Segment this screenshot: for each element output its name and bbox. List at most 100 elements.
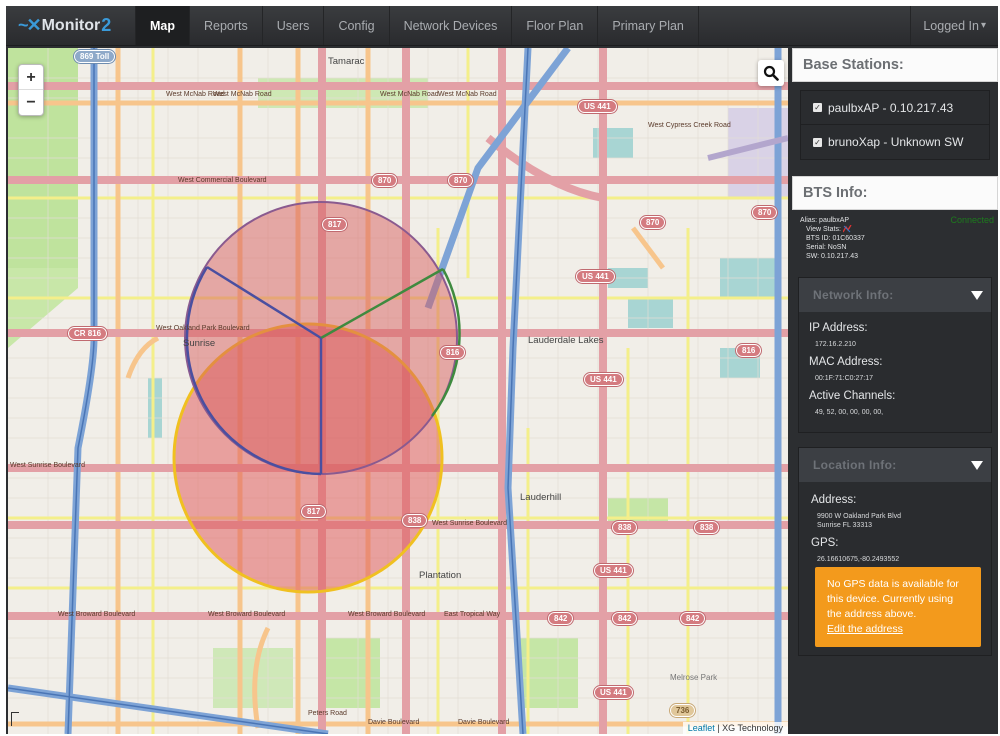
brand-suffix: 2 (101, 15, 112, 35)
app-window: ~✕ Monitor 2 Map Reports Users Config Ne… (6, 6, 998, 734)
map-view[interactable]: West McNab Road West McNab Road West McN… (8, 48, 788, 734)
brand-name: Monitor (41, 16, 101, 34)
road-label: West Cypress Creek Road (648, 122, 731, 129)
crop-corner-mark (11, 712, 19, 726)
route-shield: 870 (750, 205, 779, 220)
road-label: West Sunrise Boulevard (432, 520, 507, 527)
road-label: West Broward Boulevard (58, 611, 136, 618)
gps-warning-text: No GPS data is available for this device… (827, 578, 959, 620)
bts-sw: SW: 0.10.217.43 (806, 253, 859, 260)
zoom-out-button[interactable]: − (19, 90, 43, 115)
map-attribution: Leaflet | XG Technology (682, 722, 788, 734)
nav-users[interactable]: Users (263, 6, 325, 45)
route-shield: 870 (446, 173, 475, 188)
user-menu[interactable]: Logged In ▾ (910, 6, 998, 45)
view-stats-row: View Stats: (800, 224, 992, 234)
nav-network-devices[interactable]: Network Devices (390, 6, 513, 45)
address-label: Address: (811, 494, 857, 506)
road-label: East Tropical Way (444, 611, 501, 618)
network-info-header[interactable]: Network Info: (799, 278, 991, 312)
right-sidebar: Base Stations: ✓ paulbxAP - 0.10.217.43 … (792, 48, 998, 734)
nav-map[interactable]: Map (136, 6, 190, 45)
mac-address-value: 00:1F:71:C0:27:17 (815, 375, 873, 382)
route-shield: 870 (638, 215, 667, 230)
chart-icon[interactable] (842, 224, 852, 233)
place-label-plantation: Plantation (419, 570, 462, 581)
route-shield: 816 (438, 345, 467, 360)
route-shield: 736 (668, 703, 697, 718)
gps-label: GPS: (811, 537, 839, 549)
route-shield: US 441 (577, 99, 618, 114)
address-line-1: 9900 W Oakland Park Blvd (817, 513, 902, 520)
base-station-label: brunoXap - Unknown SW (828, 135, 964, 149)
road-label: Davie Boulevard (458, 719, 510, 726)
map-tiles (8, 48, 788, 734)
gps-warning-alert: No GPS data is available for this device… (815, 567, 981, 647)
location-info-section: Location Info: Address: 9900 W Oakland P… (798, 447, 992, 656)
edit-address-link[interactable]: Edit the address (827, 623, 903, 635)
coverage-layer (172, 201, 461, 594)
leaflet-link[interactable]: Leaflet (688, 723, 715, 733)
view-stats-label: View Stats: (806, 226, 841, 233)
road-label: West McNab Road (213, 91, 272, 98)
road-label: West Broward Boulevard (348, 611, 426, 618)
nav-config[interactable]: Config (324, 6, 390, 45)
base-station-label: paulbxAP - 0.10.217.43 (828, 100, 954, 115)
road-label: Peters Road (308, 710, 347, 717)
nav-primary-plan[interactable]: Primary Plan (598, 6, 699, 45)
collapse-triangle-icon[interactable] (971, 460, 983, 470)
route-shield: 842 (678, 611, 707, 626)
base-station-item[interactable]: ✓ paulbxAP - 0.10.217.43 (801, 91, 989, 125)
road-label: West Oakland Park Boulevard (156, 325, 250, 332)
base-station-list: ✓ paulbxAP - 0.10.217.43 ✓ brunoXap - Un… (800, 90, 990, 160)
location-info-header[interactable]: Location Info: (799, 448, 991, 482)
road-label: West Sunrise Boulevard (10, 462, 85, 469)
network-info-body: IP Address: 172.16.2.210 MAC Address: 00… (799, 312, 991, 432)
network-info-section: Network Info: IP Address: 172.16.2.210 M… (798, 277, 992, 433)
zoom-control: + − (18, 64, 44, 116)
map-search-button[interactable] (758, 60, 784, 86)
route-shield: 816 (734, 343, 763, 358)
place-label-sunrise: Sunrise (183, 338, 216, 349)
caret-down-icon: ▾ (980, 20, 986, 31)
brand-logo[interactable]: ~✕ Monitor 2 (6, 6, 136, 45)
connection-status: Connected (950, 215, 994, 225)
top-navbar: ~✕ Monitor 2 Map Reports Users Config Ne… (6, 6, 998, 46)
road-label: Davie Boulevard (368, 719, 420, 726)
place-label-lauderhill: Lauderhill (520, 492, 562, 503)
network-info-title: Network Info: (813, 288, 894, 302)
route-shield: 838 (400, 513, 429, 528)
route-shield: 838 (610, 520, 639, 535)
route-shield: 842 (610, 611, 639, 626)
wave-x-logo-icon: ~✕ (18, 15, 42, 35)
active-channels-value: 49, 52, 00, 00, 00, 00, (815, 409, 884, 416)
nav-floor-plan[interactable]: Floor Plan (512, 6, 599, 45)
base-station-item[interactable]: ✓ brunoXap - Unknown SW (801, 125, 989, 159)
road-label: West Broward Boulevard (208, 611, 286, 618)
checkbox-checked-icon[interactable]: ✓ (813, 137, 822, 147)
bts-id: BTS ID: 01C60337 (806, 235, 865, 242)
place-label-lauderdale-lakes: Lauderdale Lakes (528, 335, 604, 346)
route-shield: US 441 (575, 269, 616, 284)
address-line-2: Sunrise FL 33313 (817, 522, 872, 529)
route-shield: 838 (692, 520, 721, 535)
route-shield: US 441 (593, 685, 634, 700)
route-shield: 870 (370, 173, 399, 188)
gps-value: 26.16610675,-80.2493552 (817, 556, 900, 563)
ip-address-label: IP Address: (809, 322, 868, 334)
route-shield: 869 Toll (72, 49, 117, 64)
active-channels-label: Active Channels: (809, 390, 896, 402)
route-shield: 842 (546, 611, 575, 626)
route-shield: CR 816 (66, 326, 109, 341)
nav-reports[interactable]: Reports (190, 6, 263, 45)
bts-info-block: Alias: paulbxAP Connected View Stats: BT… (792, 210, 998, 265)
location-info-title: Location Info: (813, 458, 897, 472)
collapse-triangle-icon[interactable] (971, 290, 983, 300)
checkbox-checked-icon[interactable]: ✓ (813, 103, 822, 112)
location-info-body: Address: 9900 W Oakland Park Blvd Sunris… (799, 482, 991, 655)
route-shield: US 441 (583, 372, 624, 387)
bts-info-header: BTS Info: (792, 176, 998, 210)
zoom-in-button[interactable]: + (19, 65, 43, 90)
route-shield: US 441 (593, 563, 634, 578)
